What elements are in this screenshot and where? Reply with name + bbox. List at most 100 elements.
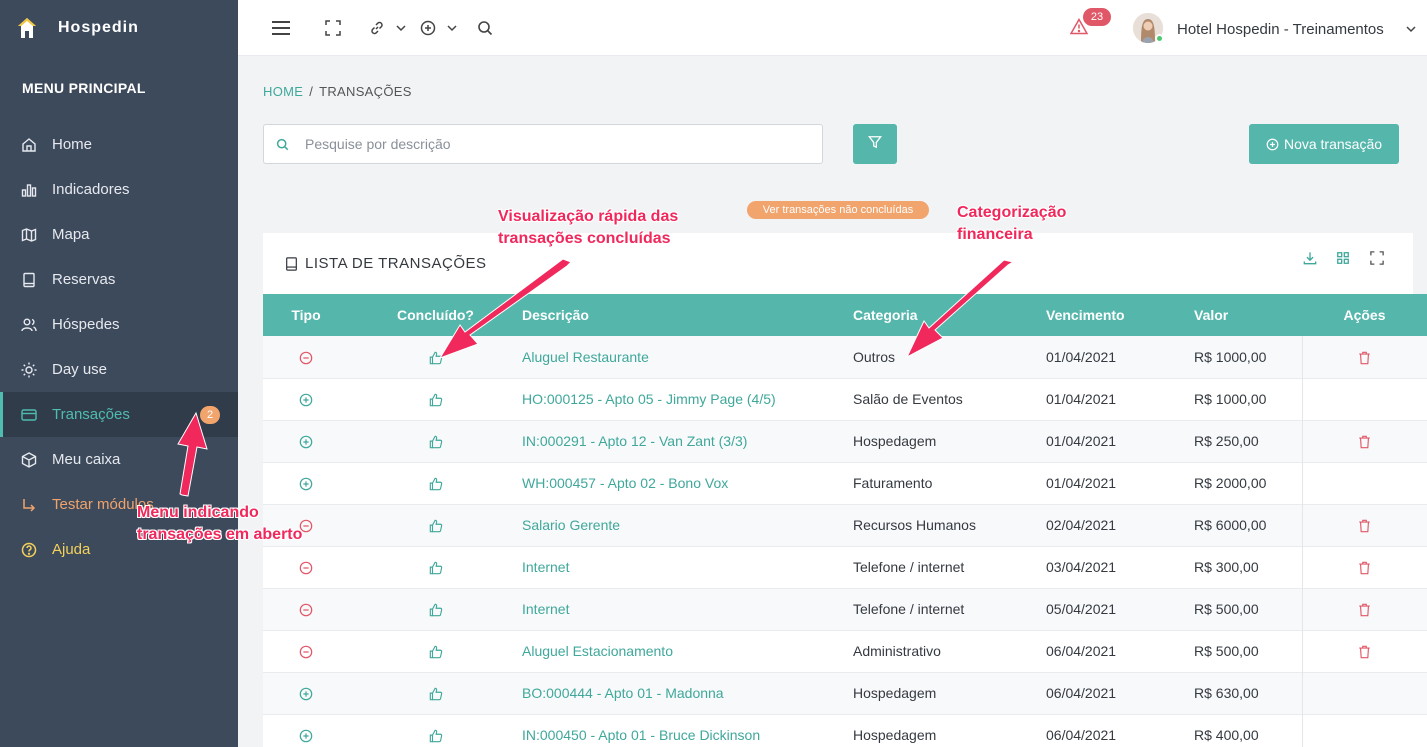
thumbs-up-icon[interactable]	[429, 393, 443, 407]
descricao-link[interactable]: HO:000125 - Apto 05 - Jimmy Page (4/5)	[522, 378, 853, 420]
annotation-menu: Menu indicando transações em aberto	[137, 502, 302, 546]
vencimento-cell: 02/04/2021	[1046, 517, 1117, 533]
table-row[interactable]: Salario Gerente Recursos Humanos 02/04/202…	[263, 504, 1427, 546]
concluido-cell	[349, 336, 522, 378]
sidebar-item-hospedes[interactable]: Hóspedes	[0, 302, 238, 347]
thumbs-up-icon[interactable]	[429, 435, 443, 449]
header-categoria[interactable]: Categoria	[853, 294, 1046, 336]
tipo-cell	[263, 546, 349, 588]
sidebar-item-meu-caixa[interactable]: Meu caixa	[0, 437, 238, 482]
table-row[interactable]: IN:000291 - Apto 12 - Van Zant (3/3) Hosp…	[263, 420, 1427, 462]
table-row[interactable]: BO:000444 - Apto 01 - Madonna Hospedagem 0…	[263, 672, 1427, 714]
header-concluido[interactable]: Concluído?	[349, 294, 522, 336]
trash-icon[interactable]	[1358, 519, 1371, 533]
link-icon[interactable]	[369, 17, 385, 39]
plus-circle-icon	[299, 729, 313, 743]
table-row[interactable]: IN:000450 - Apto 01 - Bruce Dickinson Hos…	[263, 714, 1427, 747]
descricao-link[interactable]: Aluguel Restaurante	[522, 336, 853, 378]
sidebar-item-transacoes[interactable]: Transações 2	[0, 392, 238, 437]
expand-icon[interactable]	[1370, 251, 1384, 265]
breadcrumb-current: TRANSAÇÕES	[319, 84, 412, 99]
vencimento-cell: 01/04/2021	[1046, 433, 1117, 449]
table-row[interactable]: Internet Telefone / internet 03/04/2021 R$ …	[263, 546, 1427, 588]
fullscreen-icon[interactable]	[325, 17, 341, 39]
grid-view-icon[interactable]	[1336, 251, 1350, 265]
acoes-cell	[1301, 462, 1427, 504]
filter-button[interactable]	[853, 124, 897, 164]
sidebar-item-mapa[interactable]: Mapa	[0, 212, 238, 257]
annotation-line: transações em aberto	[137, 526, 303, 543]
search-icon[interactable]	[477, 17, 493, 39]
sidebar-item-label: Mapa	[52, 226, 90, 243]
book-icon	[20, 271, 38, 289]
descricao-link[interactable]: Aluguel Estacionamento	[522, 630, 853, 672]
hotel-chevron-down-icon[interactable]	[1405, 22, 1417, 40]
descricao-link[interactable]: IN:000450 - Apto 01 - Bruce Dickinson	[522, 714, 853, 747]
tipo-cell	[263, 630, 349, 672]
minus-circle-icon	[299, 603, 313, 617]
thumbs-up-icon[interactable]	[429, 603, 443, 617]
alert-count-badge: 23	[1083, 8, 1111, 26]
valor-cell: R$ 500,00	[1194, 643, 1259, 659]
thumbs-up-icon[interactable]	[429, 519, 443, 533]
vencimento-cell: 06/04/2021	[1046, 727, 1117, 743]
search-input[interactable]	[305, 136, 785, 152]
thumbs-up-icon[interactable]	[429, 477, 443, 491]
acoes-cell	[1301, 420, 1427, 462]
trash-icon[interactable]	[1358, 603, 1371, 617]
descricao-link[interactable]: BO:000444 - Apto 01 - Madonna	[522, 672, 853, 714]
table-row[interactable]: Aluguel Estacionamento Administrativo 06/0…	[263, 630, 1427, 672]
header-valor[interactable]: Valor	[1194, 294, 1302, 336]
categoria-cell: Recursos Humanos	[853, 517, 976, 533]
header-tipo[interactable]: Tipo	[263, 294, 349, 336]
thumbs-up-icon[interactable]	[429, 687, 443, 701]
table-row[interactable]: Aluguel Restaurante Outros 01/04/2021 R$ 10…	[263, 336, 1427, 378]
users-icon	[20, 316, 38, 334]
download-icon[interactable]	[1303, 251, 1317, 265]
annotation-line: transações concluídas	[498, 230, 671, 247]
trash-icon[interactable]	[1358, 645, 1371, 659]
trash-icon[interactable]	[1358, 351, 1371, 365]
hamburger-menu-icon[interactable]	[271, 17, 291, 39]
hotel-name[interactable]: Hotel Hospedin - Treinamentos	[1177, 21, 1384, 38]
descricao-link[interactable]: Salario Gerente	[522, 504, 853, 546]
trash-icon[interactable]	[1358, 435, 1371, 449]
new-transaction-button[interactable]: Nova transação	[1249, 124, 1399, 164]
descricao-link[interactable]: IN:000291 - Apto 12 - Van Zant (3/3)	[522, 420, 853, 462]
table-row[interactable]: WH:000457 - Apto 02 - Bono Vox Faturament…	[263, 462, 1427, 504]
sidebar-item-reservas[interactable]: Reservas	[0, 257, 238, 302]
descricao-link[interactable]: Internet	[522, 546, 853, 588]
thumbs-up-icon[interactable]	[429, 729, 443, 743]
thumbs-up-icon[interactable]	[429, 351, 443, 365]
link-chevron-down-icon[interactable]	[395, 17, 407, 39]
acoes-cell	[1301, 588, 1427, 630]
sidebar-item-indicadores[interactable]: Indicadores	[0, 167, 238, 212]
header-vencimento[interactable]: Vencimento	[1046, 294, 1194, 336]
sidebar-item-day-use[interactable]: Day use	[0, 347, 238, 392]
breadcrumb-home-link[interactable]: HOME	[263, 84, 303, 99]
thumbs-up-icon[interactable]	[429, 645, 443, 659]
open-transactions-badge: 2	[200, 406, 220, 424]
brand[interactable]: Hospedin	[0, 0, 238, 56]
table-header-row: Tipo Concluído? Descrição Categoria Venc…	[263, 294, 1427, 336]
sidebar-item-home[interactable]: Home	[0, 122, 238, 167]
thumbs-up-icon[interactable]	[429, 561, 443, 575]
descricao-link[interactable]: Internet	[522, 588, 853, 630]
plus-circle-icon	[299, 435, 313, 449]
add-circle-icon[interactable]	[420, 17, 436, 39]
annotation-category: Categorização financeira	[957, 202, 1066, 246]
header-descricao[interactable]: Descrição	[522, 294, 853, 336]
plus-circle-icon	[299, 393, 313, 407]
trash-icon[interactable]	[1358, 561, 1371, 575]
valor-cell: R$ 1000,00	[1194, 348, 1267, 365]
home-icon	[20, 136, 38, 154]
table-row[interactable]: HO:000125 - Apto 05 - Jimmy Page (4/5) Sa…	[263, 378, 1427, 420]
table-row[interactable]: Internet Telefone / internet 05/04/2021 R$ …	[263, 588, 1427, 630]
concluido-cell	[349, 714, 522, 747]
brand-name: Hospedin	[58, 19, 139, 36]
valor-cell: R$ 630,00	[1194, 685, 1259, 701]
add-chevron-down-icon[interactable]	[446, 17, 458, 39]
pending-transactions-pill[interactable]: Ver transações não concluídas	[747, 201, 929, 219]
card-title: LISTA DE TRANSAÇÕES	[285, 255, 487, 272]
descricao-link[interactable]: WH:000457 - Apto 02 - Bono Vox	[522, 462, 853, 504]
